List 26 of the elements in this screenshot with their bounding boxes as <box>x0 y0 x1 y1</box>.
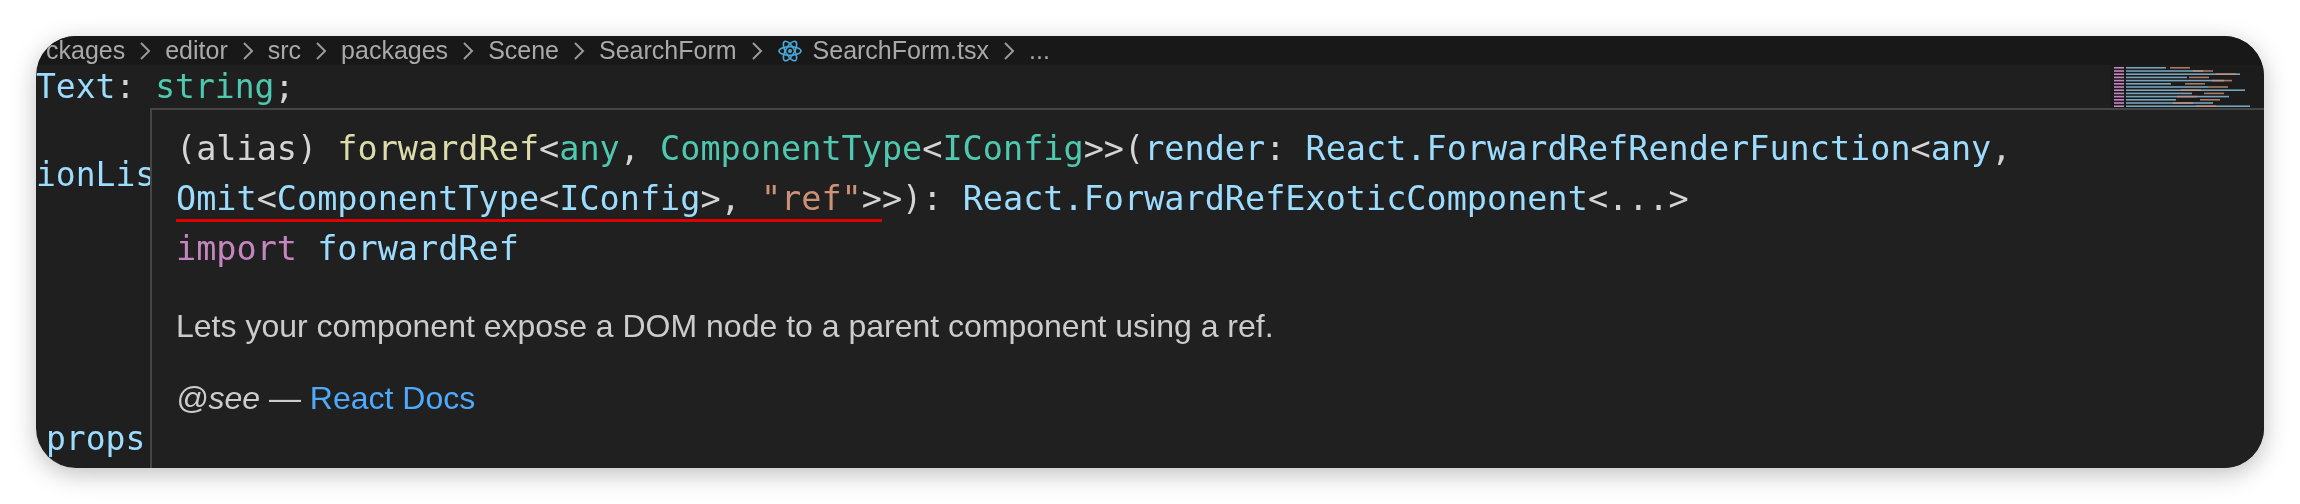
description-text: Lets your component expose a DOM node to a parent component using a ref. <box>176 307 1274 346</box>
see-also-text: @see — React Docs <box>176 379 476 418</box>
breadcrumb-item[interactable]: packages <box>341 36 449 65</box>
breadcrumb-item[interactable]: ckages <box>46 36 126 65</box>
breadcrumb-item[interactable]: ... <box>1029 36 1050 65</box>
chevron-right-icon <box>1003 40 1015 61</box>
signature-line: import forwardRef <box>176 228 519 270</box>
code-line: ionLis <box>36 154 156 196</box>
docs-link[interactable]: React Docs <box>309 380 476 416</box>
signature-line: (alias) forwardRef<any, ComponentType<IConfig>>(render: React.ForwardRefRenderFunction<any, <box>176 128 2012 170</box>
breadcrumb-item[interactable]: SearchForm.tsx <box>776 36 989 65</box>
breadcrumb-label: SearchForm.tsx <box>812 36 989 65</box>
chevron-right-icon <box>315 40 328 61</box>
chevron-right-icon <box>139 40 152 61</box>
code-line: Text: string; <box>36 66 295 108</box>
signature-line: Omit<ComponentType<IConfig>, "ref">>): React.ForwardRefExoticComponent<...> <box>176 174 1689 224</box>
chevron-right-icon <box>573 40 585 61</box>
code-line: props <box>45 418 146 460</box>
chevron-right-icon <box>750 40 763 61</box>
chevron-right-icon <box>241 40 254 61</box>
breadcrumb-item[interactable]: editor <box>165 36 228 65</box>
breadcrumb-item[interactable]: SearchForm <box>599 36 737 65</box>
atom-icon <box>776 38 803 63</box>
breadcrumb-item[interactable]: src <box>267 36 302 65</box>
chevron-right-icon <box>462 40 475 61</box>
breadcrumb-item[interactable]: Scene <box>488 36 559 65</box>
